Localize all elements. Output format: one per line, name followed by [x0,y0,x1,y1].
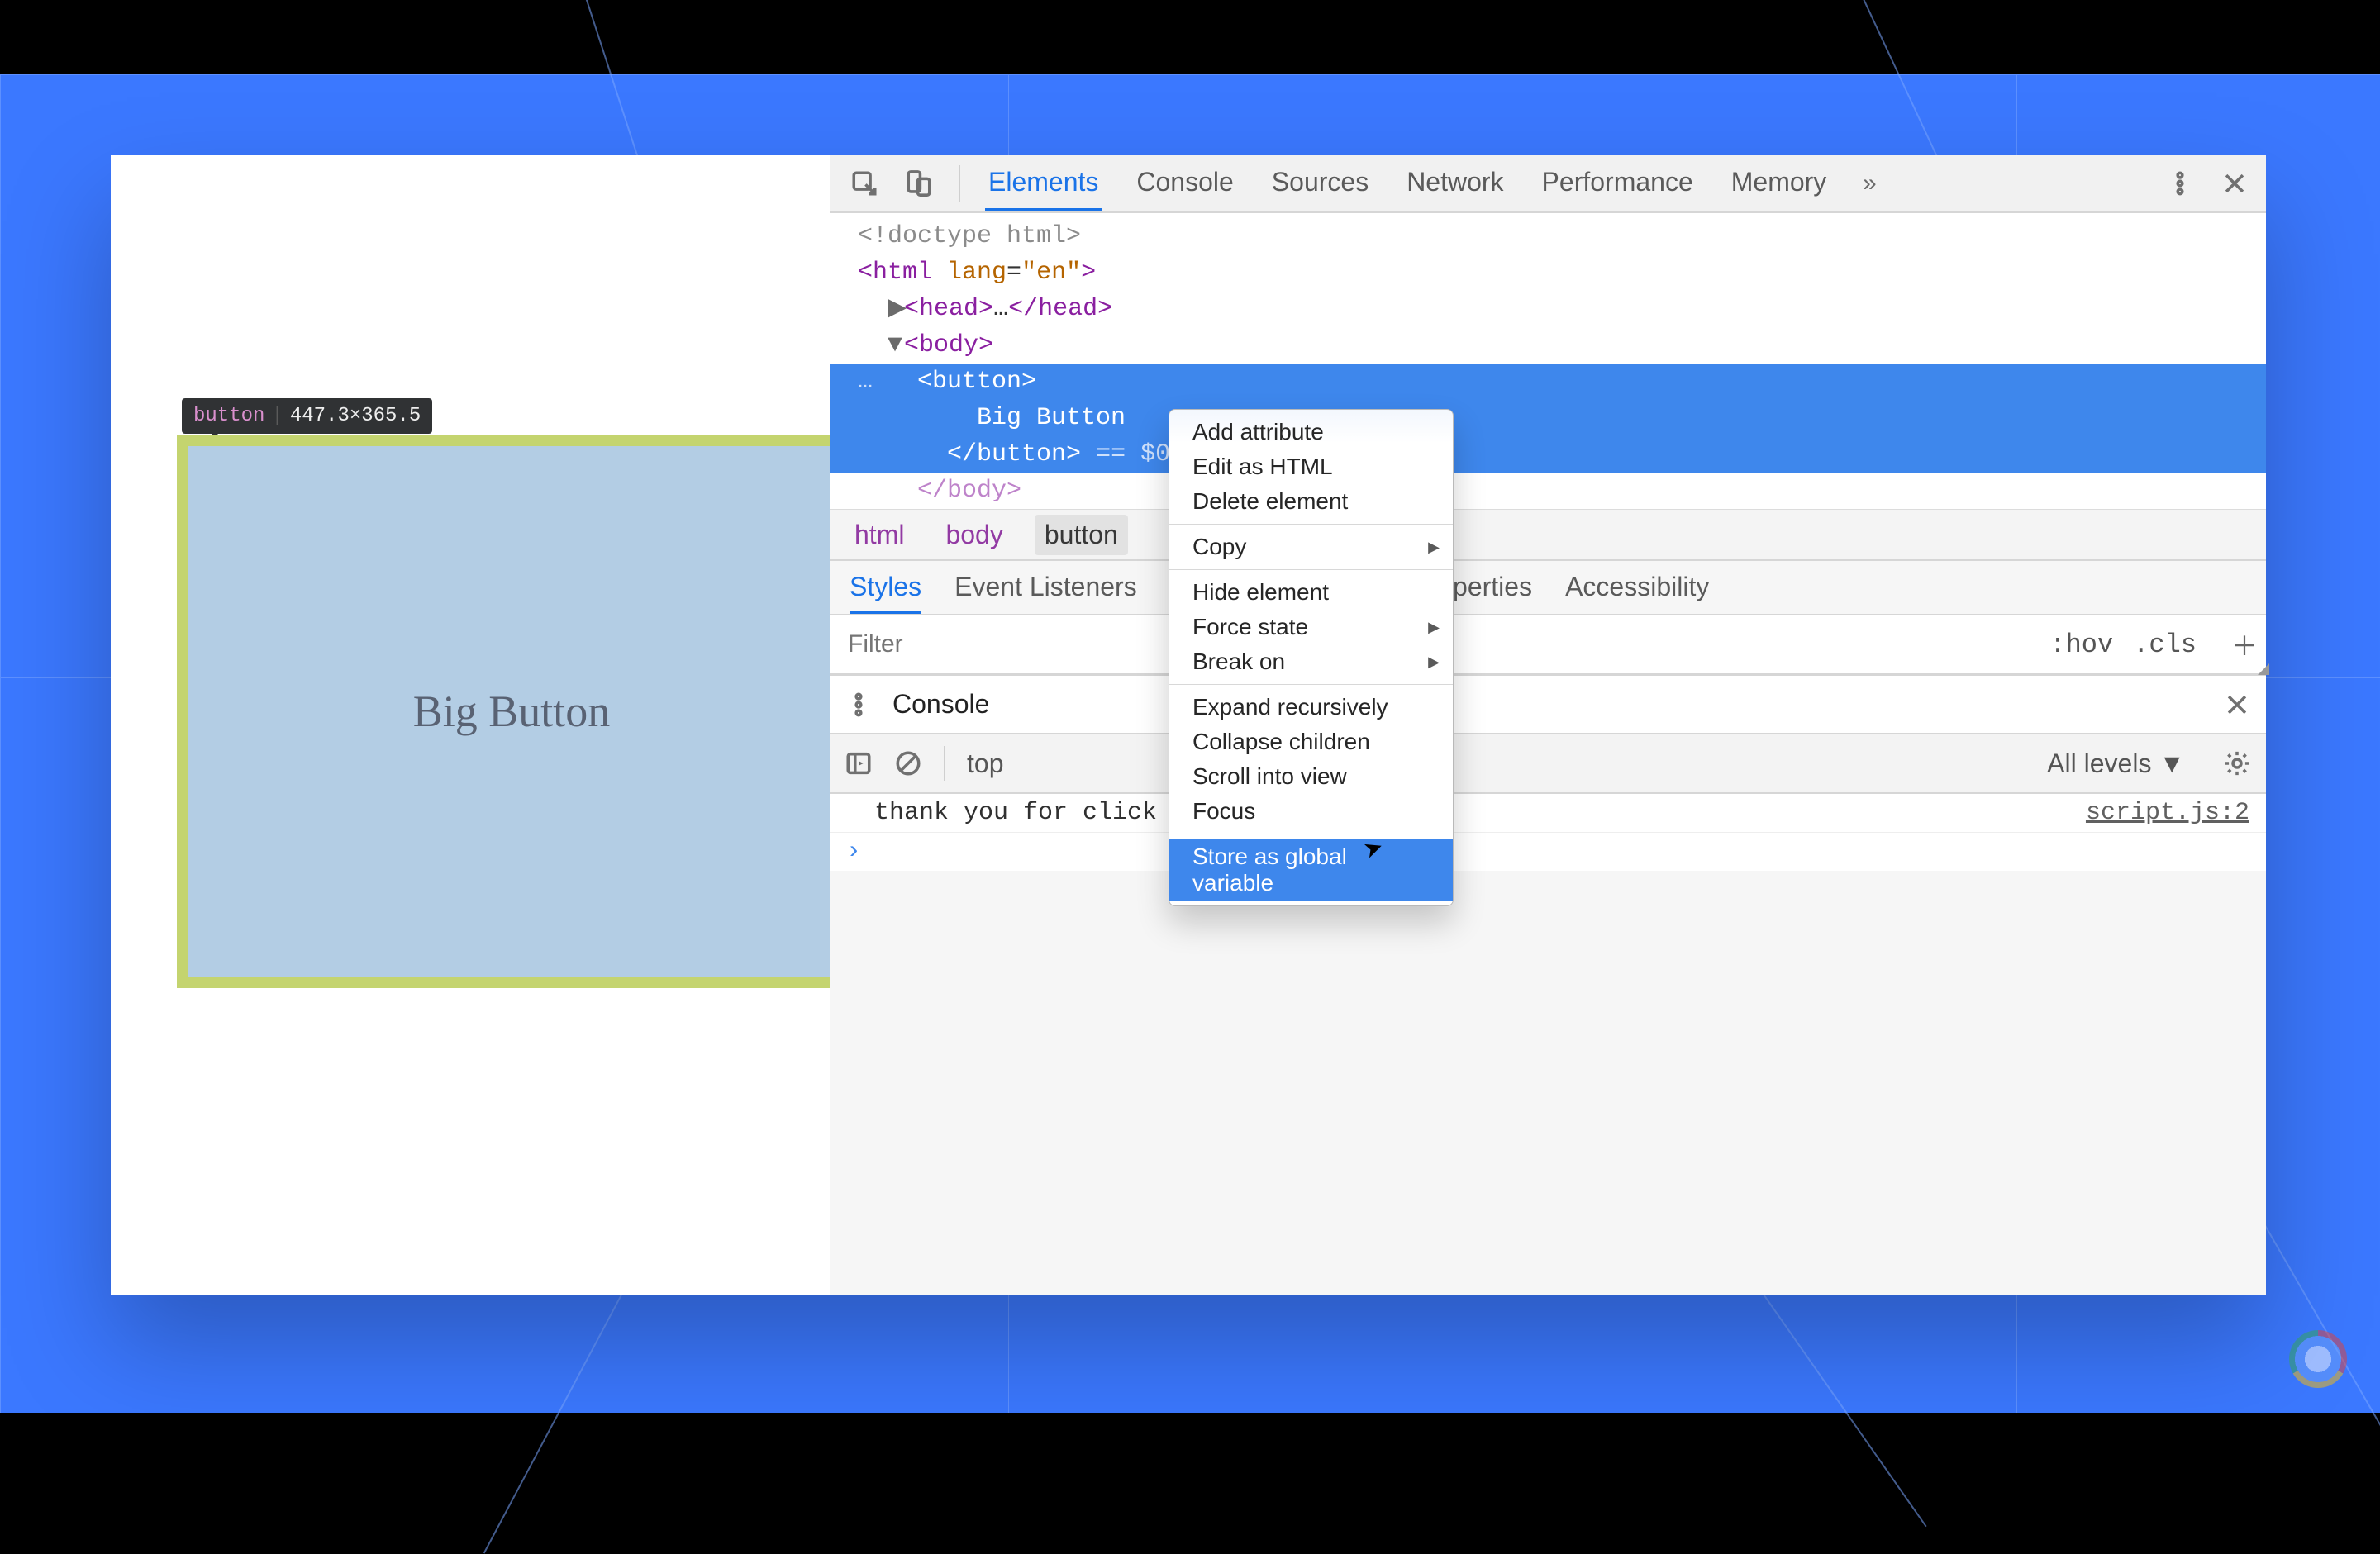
page-big-button[interactable]: Big Button [177,435,846,988]
console-toolbar: top All levels ▼ [830,734,2266,794]
dom-doctype: <!doctype html> [858,222,1081,250]
context-menu-item-store-as-global-variable[interactable]: Store as global variable [1169,839,1453,901]
console-drawer-title: Console [892,689,989,720]
kebab-menu-icon[interactable] [2165,169,2195,198]
dom-head: <head>…</head> [904,295,1112,323]
console-prompt[interactable]: › [830,833,2266,871]
device-toggle-icon[interactable] [904,169,934,198]
cls-toggle[interactable]: .cls [2133,630,2197,660]
hov-toggle[interactable]: :hov [2049,630,2113,660]
context-menu-item-collapse-children[interactable]: Collapse children [1169,725,1453,759]
close-drawer-icon[interactable] [2223,691,2251,719]
context-menu-item-hide-element[interactable]: Hide element [1169,575,1453,610]
dom-button-text: Big Button [977,404,1126,432]
console-context-selector[interactable]: top [967,748,1003,779]
styles-subtabs: StylesEvent ListenersDOM BreakpointsProp… [830,561,2266,615]
styles-tab-styles[interactable]: Styles [850,572,921,614]
breadcrumb-html[interactable]: html [845,515,914,555]
devtools-tab-memory[interactable]: Memory [1728,155,1830,211]
context-menu-item-focus[interactable]: Focus [1169,794,1453,829]
context-menu-item-edit-as-html[interactable]: Edit as HTML [1169,449,1453,484]
dom-button-open: <button> [917,368,1036,396]
prompt-glyph: › [846,838,861,866]
dom-body-open: <body> [904,331,993,359]
disclosure-triangle-icon[interactable]: ▶ [888,291,904,327]
devtools-pane: Elements Console Sources Network Performance… [830,155,2266,1295]
console-log-text: thank you for click [874,799,1157,827]
console-levels-label: All levels ▼ [2047,748,2185,779]
styles-tab-accessibility[interactable]: Accessibility [1565,572,1709,614]
styles-filter-row: :hov .cls ＋ [830,615,2266,675]
more-tabs-glyph: » [1863,169,1877,197]
console-drawer-header: Console [830,675,2266,734]
breadcrumb-button[interactable]: button [1035,515,1128,555]
console-settings-icon[interactable] [2223,749,2251,777]
page-viewport: button|447.3×365.5 Big Button [111,155,830,1295]
console-log-source[interactable]: script.js:2 [2086,799,2249,827]
drawer-kebab-icon[interactable] [845,691,873,719]
context-menu-item-break-on[interactable]: Break on [1169,644,1453,679]
context-menu-item-expand-recursively[interactable]: Expand recursively [1169,690,1453,725]
chrome-logo-icon [2289,1330,2347,1388]
devtools-tab-elements[interactable]: Elements [985,155,1102,211]
dom-selected-node[interactable]: … <button> Big Button </button> == $0 [830,364,2266,473]
context-menu-separator [1169,524,1453,525]
devtools-tabs: Elements Console Sources Network Performance… [985,155,1830,211]
context-menu-item-delete-element[interactable]: Delete element [1169,484,1453,519]
dom-body-close: </body> [917,477,1021,505]
big-button-label: Big Button [413,686,611,737]
elements-breadcrumb: html body button [830,510,2266,561]
slide-background: button|447.3×365.5 Big Button Elements Co… [0,74,2380,1413]
breadcrumb-body[interactable]: body [935,515,1012,555]
tooltip-tag: button [193,405,264,427]
toolbar-divider [959,165,960,202]
toggle-sidebar-icon[interactable] [845,749,873,777]
dom-button-close: </button> [947,440,1081,468]
disclosure-triangle-icon[interactable]: ▼ [888,327,904,364]
elements-context-menu[interactable]: Add attributeEdit as HTMLDelete element C… [1169,409,1454,906]
devtools-tab-console[interactable]: Console [1133,155,1236,211]
elements-dom-tree[interactable]: <!doctype html> <html lang="en"> ▶<head>… [830,213,2266,510]
toolbar-divider [944,746,945,781]
more-tabs-icon[interactable]: » [1854,169,1884,198]
devtools-tab-network[interactable]: Network [1403,155,1507,211]
console-log-row[interactable]: thank you for click script.js:2 [830,794,2266,833]
context-menu-item-force-state[interactable]: Force state [1169,610,1453,644]
devtools-tab-sources[interactable]: Sources [1269,155,1372,211]
context-menu-item-add-attribute[interactable]: Add attribute [1169,415,1453,449]
dom-html-open: <html lang="en"> [858,259,1096,287]
console-levels-selector[interactable]: All levels ▼ [2047,748,2185,779]
console-output: thank you for click script.js:2 › [830,794,2266,871]
context-menu-item-scroll-into-view[interactable]: Scroll into view [1169,759,1453,794]
tooltip-dims: 447.3×365.5 [290,405,421,427]
styles-tab-event-listeners[interactable]: Event Listeners [954,572,1137,614]
context-menu-item-copy[interactable]: Copy [1169,530,1453,564]
context-menu-separator [1169,569,1453,570]
inspect-tooltip: button|447.3×365.5 [182,398,432,434]
context-menu-separator [1169,684,1453,685]
dom-ref: == $0 [1081,440,1170,468]
close-devtools-icon[interactable] [2220,169,2249,198]
inspect-element-icon[interactable] [850,169,879,198]
new-style-rule-icon[interactable]: ＋ [2231,625,2258,663]
devtools-tab-performance[interactable]: Performance [1539,155,1697,211]
devtools-toolbar: Elements Console Sources Network Performance… [830,155,2266,213]
clear-console-icon[interactable] [894,749,922,777]
